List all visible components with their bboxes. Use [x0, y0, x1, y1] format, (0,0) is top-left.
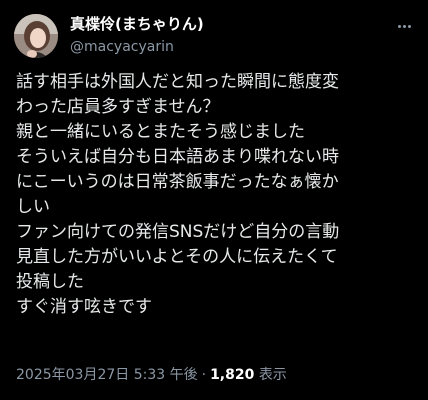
post-text-line: 見直した方がいいよとその人に伝えたくて	[16, 247, 338, 267]
post-meta: 2025年03月27日 5:33 午後 · 1,820 表示	[16, 365, 287, 385]
more-dot-icon	[402, 24, 406, 28]
post-text-line: しい	[16, 197, 50, 217]
more-dot-icon	[407, 24, 411, 28]
views-label: 表示	[258, 367, 287, 383]
post-text-line: わった店員多すぎません？	[16, 97, 220, 117]
post-text-line: そういえば自分も日本語あまり喋れない時	[16, 147, 339, 167]
profile-photo-icon	[14, 14, 58, 58]
post-text-line: 親と一緒にいるとまたそう感じました	[16, 122, 305, 142]
post-text: 話す相手は外国人だと知った瞬間に態度変 わった店員多すぎません？ 親と一緒にいる…	[16, 70, 416, 320]
author-block: 真楪伶(まちゃりん) @macyacyarin	[70, 14, 380, 57]
post-text-line: すぐ消す呟きです	[16, 297, 152, 317]
post-card: 真楪伶(まちゃりん) @macyacyarin 話す相手は外国人だと知った瞬間に…	[0, 0, 428, 400]
post-text-line: にこーいうのは日常茶飯事だったなぁ懐か	[16, 172, 339, 192]
meta-separator: ·	[201, 367, 207, 383]
more-dot-icon	[397, 24, 401, 28]
avatar[interactable]	[14, 14, 58, 58]
post-text-line: ファン向けての発信SNSだけど自分の言動	[16, 222, 340, 242]
more-options-button[interactable]	[392, 16, 416, 36]
post-timestamp[interactable]: 2025年03月27日 5:33 午後	[16, 367, 198, 383]
post-text-line: 投稿した	[16, 272, 84, 292]
author-display-name[interactable]: 真楪伶(まちゃりん)	[70, 14, 380, 34]
author-handle[interactable]: @macyacyarin	[70, 37, 380, 57]
post-text-line: 話す相手は外国人だと知った瞬間に態度変	[16, 72, 339, 92]
views-count: 1,820	[210, 367, 255, 383]
